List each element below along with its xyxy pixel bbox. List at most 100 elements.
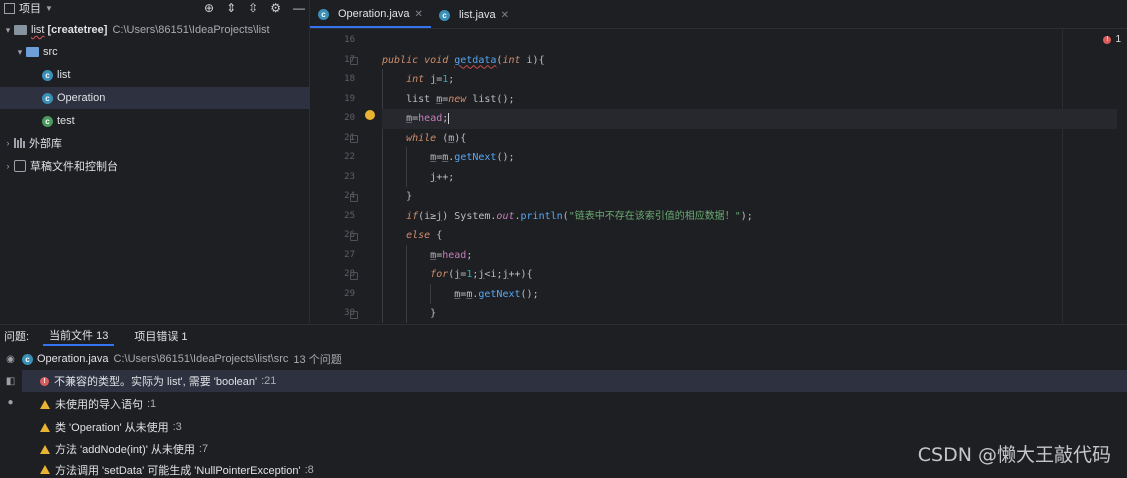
code-line: m=m.getNext();: [430, 152, 515, 163]
problems-toolbar: ◉ ◧ ●: [0, 348, 20, 478]
preview-icon[interactable]: ◧: [5, 376, 16, 387]
line-number: 25: [344, 210, 355, 221]
tree-item-label: src: [43, 46, 58, 58]
chevron-right-icon[interactable]: ›: [2, 138, 14, 148]
problem-item[interactable]: ! 不兼容的类型。实际为 list', 需要 'boolean' :21: [22, 370, 1127, 392]
scratches-icon: [14, 160, 26, 172]
line-number: 23: [344, 171, 355, 182]
tree-item-scratches[interactable]: › 草稿文件和控制台: [0, 155, 311, 177]
project-path: C:\Users\86151\IdeaProjects\list: [112, 24, 270, 36]
problem-text: 未使用的导入语句: [55, 399, 143, 411]
lightbulb-icon[interactable]: ●: [5, 397, 16, 408]
code-line: int j=1;: [406, 74, 455, 85]
chevron-down-icon[interactable]: ▾: [14, 47, 26, 58]
library-icon: [14, 138, 25, 148]
inspection-widget[interactable]: ! 1: [1103, 34, 1121, 45]
tree-item-label: Operation: [57, 92, 106, 104]
error-count: 1: [1115, 34, 1121, 45]
line-number: 29: [344, 288, 355, 299]
tree-item-test[interactable]: c test: [0, 110, 351, 132]
fold-marker-icon[interactable]: [350, 233, 358, 241]
code-line: while (m){: [406, 132, 467, 144]
warning-icon: [40, 444, 50, 454]
code-line: for(j=1;j<i;j++){: [430, 269, 533, 280]
code-line: }: [382, 308, 437, 319]
problem-text: 不兼容的类型。实际为 list', 需要 'boolean': [54, 376, 258, 388]
tab-current-file[interactable]: 当前文件 13: [43, 326, 115, 346]
fold-marker-icon[interactable]: [350, 57, 358, 65]
code-line: m=m.getNext();: [454, 288, 539, 300]
collapse-all-icon[interactable]: ⇳: [248, 1, 258, 15]
tab-operation-java[interactable]: c Operation.java ✕: [310, 2, 431, 28]
line-number: 30: [344, 308, 355, 318]
source-folder-icon: [26, 47, 39, 57]
code-area[interactable]: public void getdata(int i){ int j=1; lis…: [382, 29, 1117, 323]
error-icon: !: [1103, 35, 1112, 44]
line-number: 26: [344, 230, 355, 240]
gear-icon[interactable]: ⚙: [270, 1, 281, 15]
code-line: else {: [406, 230, 443, 241]
project-title[interactable]: 项目: [19, 0, 41, 16]
expand-all-icon[interactable]: ⇕: [226, 1, 236, 15]
problem-text: 类 'Operation' 从未使用: [55, 422, 169, 434]
tree-item-external-libraries[interactable]: › 外部库: [0, 132, 311, 154]
eye-icon[interactable]: ◉: [5, 354, 16, 365]
problem-line: :1: [147, 398, 157, 410]
tab-list-java[interactable]: c list.java ✕: [431, 2, 517, 28]
tree-item-label: list: [57, 69, 71, 81]
fold-marker-icon[interactable]: [350, 135, 358, 143]
tab-label: Operation.java: [338, 8, 410, 20]
problem-item[interactable]: 未使用的导入语句 :1: [22, 393, 1127, 415]
line-number: 18: [344, 74, 355, 84]
project-view-icon[interactable]: [4, 2, 15, 14]
fold-marker-icon[interactable]: [350, 311, 358, 319]
warning-icon: [40, 465, 50, 474]
problem-count: 13 个问题: [293, 354, 342, 366]
problem-line: :3: [172, 421, 182, 433]
problems-tabs: 问题: 当前文件 13 项目错误 1: [0, 325, 1127, 347]
tree-item-label: 外部库: [29, 138, 62, 150]
tree-item-list[interactable]: c list: [0, 64, 351, 86]
problems-label: 问题:: [4, 331, 30, 343]
dropdown-icon[interactable]: ▼: [45, 4, 53, 13]
tree-item-label: test: [57, 115, 75, 127]
java-class-icon: c: [318, 8, 329, 20]
project-panel: 项目 ▼ ⊕ ⇕ ⇳ ⚙ — ▾ list [createtree] C:\Us…: [0, 0, 351, 323]
code-editor[interactable]: c Operation.java ✕ c list.java ✕ ! 1 16 …: [310, 0, 1127, 323]
warning-icon: [40, 399, 50, 409]
tree-item-src[interactable]: ▾ src: [0, 41, 323, 63]
minimize-icon[interactable]: —: [293, 1, 305, 15]
close-icon[interactable]: ✕: [415, 9, 423, 20]
code-line: m=head;: [430, 249, 473, 261]
project-header: 项目 ▼ ⊕ ⇕ ⇳ ⚙ —: [0, 0, 309, 16]
problem-item[interactable]: 类 'Operation' 从未使用 :3: [22, 416, 1127, 438]
line-number: 24: [344, 191, 355, 201]
tree-item-project-root[interactable]: ▾ list [createtree] C:\Users\86151\IdeaP…: [0, 19, 311, 41]
editor-tabs: c Operation.java ✕ c list.java ✕: [310, 0, 1127, 29]
problem-line: :21: [261, 375, 277, 387]
line-number: 16: [344, 35, 355, 45]
tab-project-errors[interactable]: 项目错误 1: [128, 326, 193, 346]
chevron-down-icon[interactable]: ▾: [2, 25, 14, 36]
code-line: if(i≥j) System.out.println("链表中不存在该索引值的相…: [406, 210, 753, 222]
problem-file-path: C:\Users\86151\IdeaProjects\list\src: [113, 353, 289, 365]
fold-marker-icon[interactable]: [350, 272, 358, 280]
module-name: [createtree]: [47, 24, 108, 36]
lightbulb-icon[interactable]: [365, 110, 375, 120]
line-number: 20: [344, 113, 355, 123]
problem-file-row[interactable]: c Operation.java C:\Users\86151\IdeaProj…: [22, 348, 1127, 370]
folder-icon: [14, 25, 27, 35]
tree-item-label: 草稿文件和控制台: [30, 161, 118, 173]
code-line: list m=new list();: [382, 93, 515, 105]
fold-marker-icon[interactable]: [350, 194, 358, 202]
line-number-gutter: 16 17 18 19 20 21 22 23 24 25 26 27 28 2…: [310, 29, 355, 323]
locate-icon[interactable]: ⊕: [204, 1, 214, 15]
close-icon[interactable]: ✕: [501, 10, 509, 21]
chevron-right-icon[interactable]: ›: [2, 161, 14, 171]
line-number: 19: [344, 93, 355, 104]
tree-item-operation[interactable]: c Operation: [0, 87, 351, 109]
problem-text: 方法 'addNode(int)' 从未使用: [55, 444, 195, 456]
line-number: 22: [344, 152, 355, 162]
problem-line: :7: [198, 443, 209, 455]
line-number: 28: [344, 269, 355, 279]
